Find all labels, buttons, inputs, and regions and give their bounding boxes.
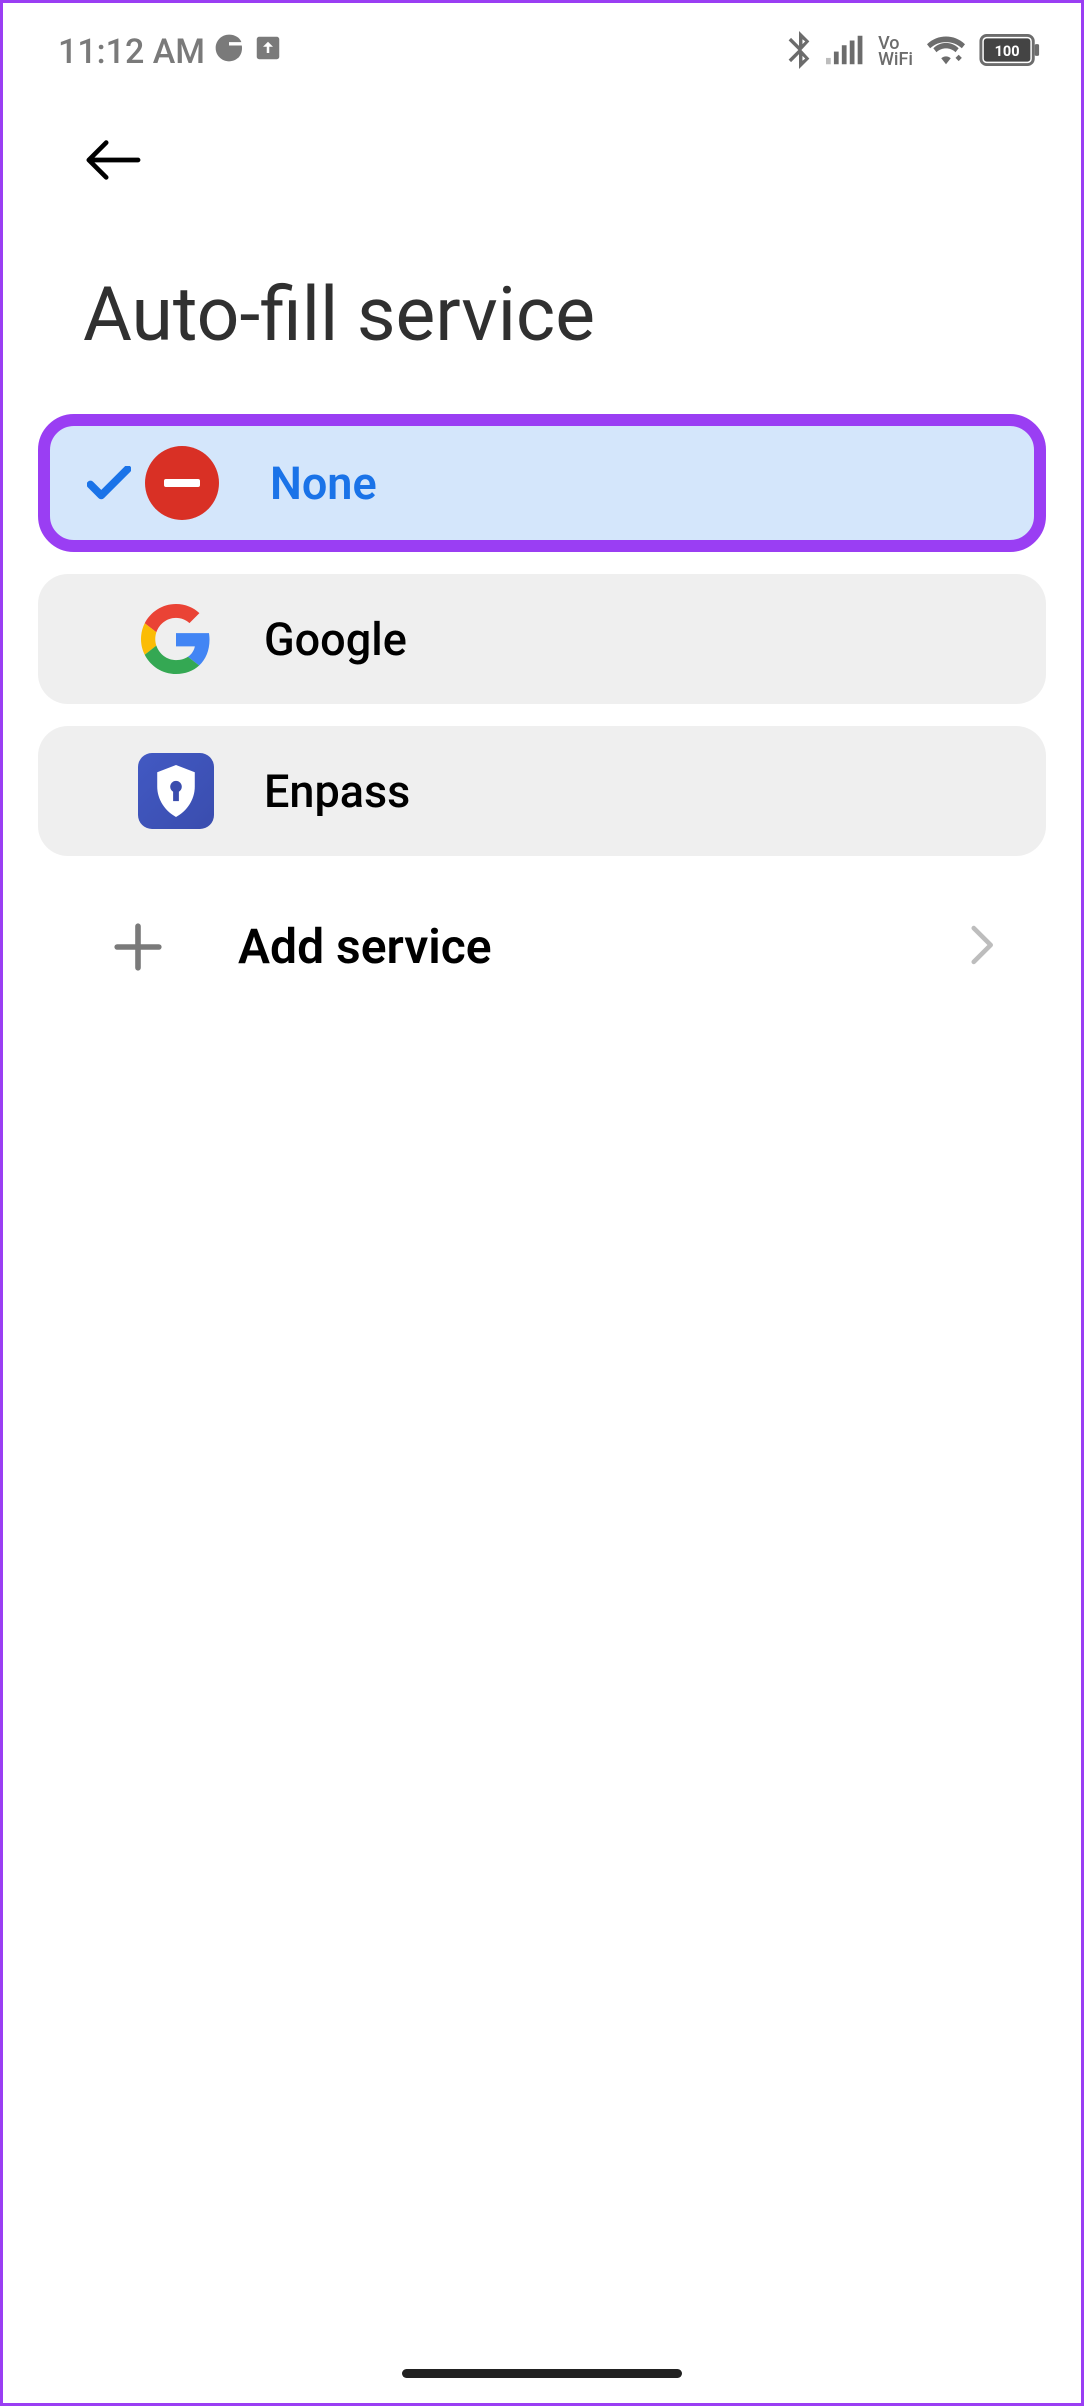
add-service-button[interactable]: Add service	[38, 878, 1046, 1015]
status-bar-left: 11:12 AM	[58, 32, 283, 73]
checkmark-icon	[74, 466, 144, 500]
status-time: 11:12 AM	[58, 32, 205, 72]
page-title: Auto-fill service	[3, 216, 1081, 414]
battery-icon: 100	[979, 34, 1041, 70]
minus-circle-icon	[144, 445, 220, 521]
status-bar: 11:12 AM Vo WiFi 100	[3, 3, 1081, 93]
option-label: Enpass	[264, 765, 410, 818]
option-label: Google	[264, 613, 407, 666]
add-service-label: Add service	[238, 918, 970, 975]
enpass-icon	[138, 753, 214, 829]
status-bar-right: Vo WiFi 100	[786, 31, 1041, 73]
option-label: None	[270, 457, 377, 510]
google-g-icon	[213, 32, 245, 73]
nav-bar	[3, 93, 1081, 216]
back-button[interactable]	[83, 138, 1006, 186]
nav-handle[interactable]	[402, 2369, 682, 2378]
google-icon	[138, 601, 214, 677]
signal-icon	[826, 35, 864, 69]
options-list: None Google Enpass	[3, 414, 1081, 1015]
plus-icon	[78, 923, 198, 971]
wifi-icon	[927, 35, 965, 69]
option-google[interactable]: Google	[38, 574, 1046, 704]
vowifi-indicator: Vo WiFi	[878, 36, 913, 68]
bluetooth-icon	[786, 31, 812, 73]
chevron-right-icon	[970, 925, 996, 969]
option-none[interactable]: None	[38, 414, 1046, 552]
svg-text:100: 100	[995, 43, 1020, 60]
upload-icon	[253, 32, 283, 72]
option-enpass[interactable]: Enpass	[38, 726, 1046, 856]
